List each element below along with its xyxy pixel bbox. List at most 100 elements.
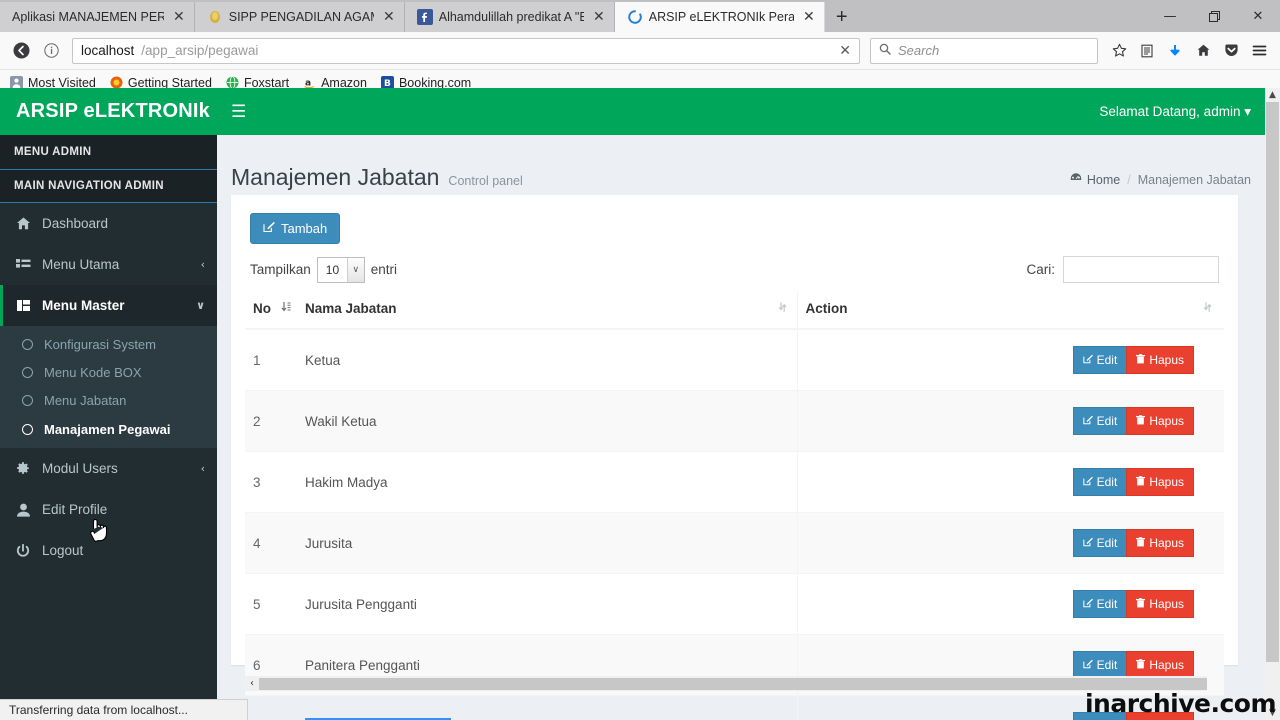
datatable-controls: Tampilkan 10 ∨ entri Cari: — [245, 256, 1224, 283]
browser-tab-2[interactable]: SIPP PENGADILAN AGAMA ✕ — [194, 2, 405, 32]
new-tab-button[interactable]: + — [825, 2, 859, 32]
sidebar-subitem-menu-jabatan[interactable]: Menu Jabatan — [0, 386, 217, 414]
sidebar-item-dashboard[interactable]: Dashboard — [0, 203, 217, 244]
delete-button[interactable]: Hapus — [1126, 529, 1194, 557]
sort-both-icon — [1203, 301, 1212, 316]
bookmark-star-icon[interactable] — [1106, 38, 1132, 64]
sidebar-item-menu-utama[interactable]: Menu Utama ‹ — [0, 244, 217, 285]
menu-hamburger-icon[interactable] — [1246, 38, 1272, 64]
close-icon[interactable]: ✕ — [170, 10, 188, 24]
delete-button-label: Hapus — [1149, 353, 1184, 367]
cell-nama-jabatan: Panitera Muda Gugatan — [297, 695, 798, 720]
cell-nama-jabatan: Jurusita Pengganti — [297, 573, 798, 635]
search-icon — [879, 43, 891, 58]
breadcrumb-home[interactable]: Home — [1070, 172, 1120, 187]
maximize-button[interactable] — [1192, 0, 1236, 32]
sidebar-subitem-label: Konfigurasi System — [44, 336, 156, 352]
gear-icon — [14, 461, 32, 476]
datatable-search-control: Cari: — [1026, 256, 1219, 283]
sidebar-item-menu-master[interactable]: Menu Master ∨ — [0, 285, 217, 326]
edit-square-icon — [1082, 475, 1093, 489]
delete-button-label: Hapus — [1149, 475, 1184, 489]
sidebar-toggle-icon[interactable]: ☰ — [231, 102, 246, 122]
scroll-left-icon[interactable]: ‹ — [245, 678, 259, 689]
pocket-icon[interactable] — [1218, 38, 1244, 64]
edit-square-icon — [1082, 536, 1093, 550]
close-icon[interactable]: ✕ — [800, 10, 818, 24]
vertical-scrollbar[interactable]: ▲ ▼ — [1265, 88, 1280, 720]
edit-button[interactable]: Edit — [1072, 590, 1127, 618]
browser-tool-icons — [1106, 38, 1272, 64]
url-bar[interactable]: localhost/app_arsip/pegawai ✕ — [72, 37, 860, 64]
browser-tab-4-active[interactable]: ARSIP eLEKTRONIk Peradila ✕ — [614, 2, 825, 32]
horizontal-scrollbar[interactable]: ‹ — [245, 676, 1207, 691]
delete-button-label: Hapus — [1149, 414, 1184, 428]
scroll-thumb-vertical[interactable] — [1266, 102, 1279, 662]
clear-url-icon[interactable]: ✕ — [839, 43, 851, 59]
sidebar-subitem-manajamen-pegawai[interactable]: Manajamen Pegawai — [0, 414, 217, 444]
edit-button-label: Edit — [1096, 414, 1118, 428]
delete-button-label: Hapus — [1149, 597, 1184, 611]
close-window-button[interactable]: ✕ — [1236, 0, 1280, 32]
minimize-button[interactable]: — — [1148, 0, 1192, 32]
reader-view-icon[interactable] — [1134, 38, 1160, 64]
edit-square-icon — [1082, 658, 1093, 672]
browser-tab-3[interactable]: Alhamdulillah predikat A "E ✕ — [404, 2, 615, 32]
search-input[interactable] — [1063, 256, 1219, 283]
user-menu[interactable]: Selamat Datang, admin ▾ — [1099, 104, 1251, 120]
column-header-action[interactable]: Action — [797, 291, 1224, 330]
datatable-box: Tambah Tampilkan 10 ∨ entri Cari: No Nam… — [231, 195, 1238, 720]
browser-tab-1[interactable]: Aplikasi MANAJEMEN PERADILA ✕ — [0, 2, 195, 32]
edit-square-icon — [1082, 353, 1093, 367]
edit-button[interactable]: Edit — [1072, 529, 1127, 557]
back-icon[interactable] — [8, 38, 34, 64]
scroll-thumb-horizontal[interactable] — [259, 677, 1207, 690]
edit-button-label: Edit — [1096, 597, 1118, 611]
loading-spinner-icon — [627, 9, 643, 25]
page-length-select[interactable]: 10 ∨ — [316, 256, 365, 283]
breadcrumb-current: Manajemen Jabatan — [1137, 172, 1251, 187]
delete-button[interactable]: Hapus — [1126, 346, 1194, 374]
chevron-left-icon: ‹ — [200, 258, 205, 271]
home-icon[interactable] — [1190, 38, 1216, 64]
download-icon[interactable] — [1162, 38, 1188, 64]
breadcrumb: Home / Manajemen Jabatan — [1070, 172, 1251, 191]
chevron-down-icon: ▾ — [1244, 103, 1251, 119]
delete-button[interactable]: Hapus — [1126, 468, 1194, 496]
table-row: 4 Jurusita Edit Hapus — [245, 512, 1224, 574]
delete-button[interactable]: Hapus — [1126, 407, 1194, 435]
column-header-no[interactable]: No — [245, 291, 297, 330]
edit-button[interactable]: Edit — [1072, 407, 1127, 435]
table-header-row: No Nama Jabatan Action — [245, 291, 1224, 330]
tab-title: Alhamdulillah predikat A "E — [438, 10, 584, 24]
window-controls: — ✕ — [1148, 0, 1280, 32]
scroll-up-icon[interactable]: ▲ — [1265, 88, 1280, 102]
table-head: No Nama Jabatan Action — [245, 291, 1224, 330]
delete-button-label: Hapus — [1149, 536, 1184, 550]
delete-button[interactable]: Hapus — [1126, 651, 1194, 679]
cell-no: 2 — [245, 390, 297, 452]
delete-button[interactable]: Hapus — [1126, 590, 1194, 618]
add-button[interactable]: Tambah — [250, 213, 341, 244]
close-icon[interactable]: ✕ — [380, 10, 398, 24]
app-brand[interactable]: ARSIP eLEKTRONIk — [0, 88, 217, 135]
trash-icon — [1136, 536, 1146, 550]
search-bar[interactable]: Search — [870, 37, 1098, 64]
edit-button[interactable]: Edit — [1072, 468, 1127, 496]
page-title: Manajemen Jabatan — [231, 164, 440, 190]
sidebar-item-label: Modul Users — [42, 461, 118, 476]
breadcrumb-separator: / — [1127, 172, 1131, 187]
tab-title: SIPP PENGADILAN AGAMA — [228, 10, 374, 24]
sidebar-item-modul-users[interactable]: Modul Users ‹ — [0, 448, 217, 489]
sidebar-subitem-label: Menu Kode BOX — [44, 364, 142, 380]
edit-button[interactable]: Edit — [1072, 346, 1127, 374]
cell-nama-jabatan: Wakil Ketua — [297, 390, 798, 452]
close-icon[interactable]: ✕ — [590, 10, 608, 24]
edit-button[interactable]: Edit — [1072, 651, 1127, 679]
search-label: Cari: — [1026, 262, 1055, 277]
edit-button-label: Edit — [1096, 536, 1118, 550]
column-header-nama-jabatan[interactable]: Nama Jabatan — [297, 291, 798, 330]
page-info-icon[interactable] — [38, 38, 64, 64]
sidebar-subitem-menu-kode-box[interactable]: Menu Kode BOX — [0, 358, 217, 386]
sidebar-subitem-konfigurasi-system[interactable]: Konfigurasi System — [0, 330, 217, 358]
